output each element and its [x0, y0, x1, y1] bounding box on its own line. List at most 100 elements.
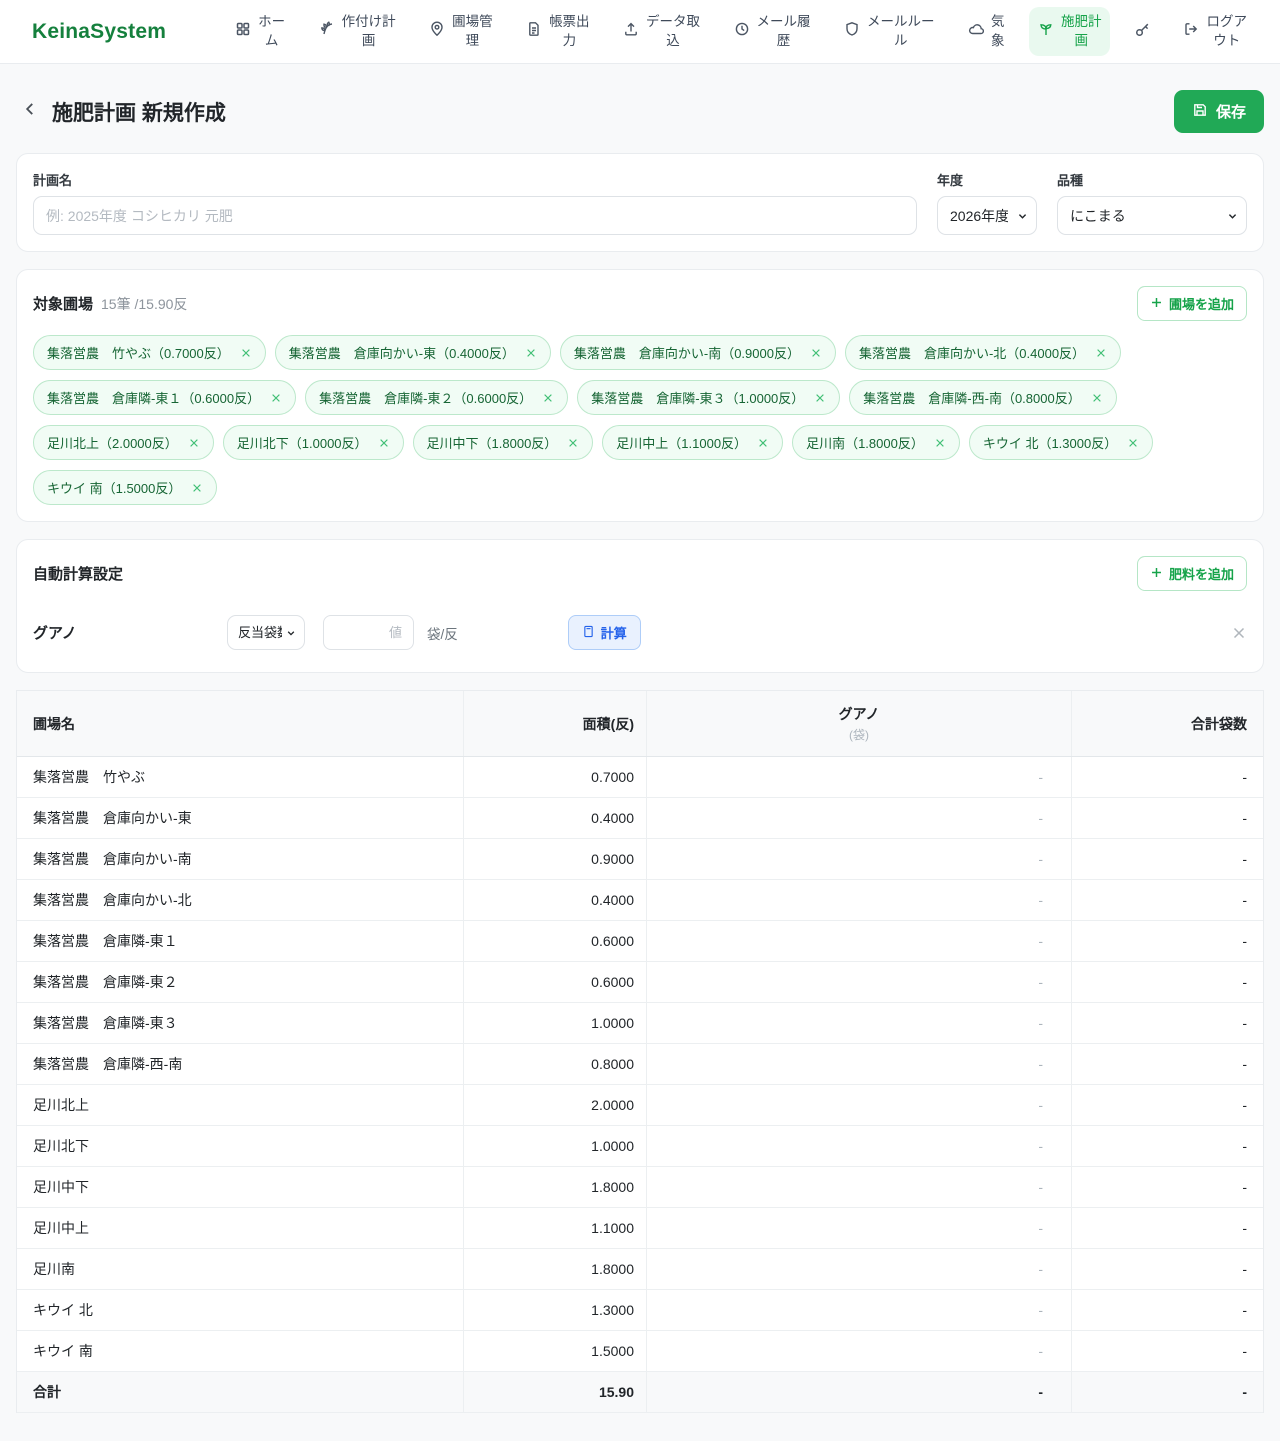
api-key-button[interactable] [1126, 13, 1159, 51]
header-fertilizer-name: グアノ [839, 704, 880, 724]
footer-area-total: 15.90 [463, 1372, 646, 1412]
chip-close-button[interactable] [567, 437, 579, 449]
chip-close-button[interactable] [1095, 347, 1107, 359]
field-chip-label: 足川南（1.8000反） [806, 433, 924, 452]
cell-field-name: 集落営農 倉庫向かい-北 [17, 880, 463, 920]
page-header: 施肥計画 新規作成 保存 [0, 64, 1280, 153]
table-row: 足川中上 1.1000 - - [17, 1208, 1263, 1249]
fertilization-table: 圃場名 面積(反) グアノ (袋) 合計袋数 集落営農 竹やぶ 0.7000 -… [16, 690, 1264, 1413]
cell-area: 1.0000 [463, 1126, 646, 1166]
field-chip-list: 集落営農 竹やぶ（0.7000反） 集落営農 倉庫向かい-東（0.4000反） … [33, 335, 1247, 505]
nav-label: 施肥計 画 [1061, 13, 1102, 49]
back-button[interactable] [16, 98, 44, 126]
calculate-button-label: 計算 [601, 623, 627, 642]
nav-item-data-import[interactable]: データ取 込 [614, 7, 709, 55]
cell-total-bags: - [1071, 1126, 1263, 1166]
nav-item-field-management[interactable]: 圃場管 理 [420, 7, 502, 55]
nav-label: 作付け計 画 [342, 13, 396, 49]
page-bottom-spacer [0, 1413, 1280, 1441]
cell-area: 0.7000 [463, 757, 646, 797]
calc-value-input[interactable] [323, 615, 414, 650]
document-icon [526, 21, 542, 42]
cell-fertilizer-bags: - [646, 798, 1071, 838]
field-chip: キウイ 南（1.5000反） [33, 470, 217, 505]
add-field-button[interactable]: 圃場を追加 [1137, 286, 1247, 321]
footer-label: 合計 [17, 1372, 463, 1412]
calc-unit-label: 袋/反 [427, 623, 458, 643]
nav-label: データ取 込 [646, 13, 700, 49]
nav-item-mail-history[interactable]: メール履 歴 [725, 7, 820, 55]
field-chip-label: 集落営農 倉庫隣-東２（0.6000反） [319, 388, 532, 407]
field-chip: 足川中下（1.8000反） [413, 425, 594, 460]
auto-calc-card: 自動計算設定 肥料を追加 グアノ 反当袋数 袋/反 計算 [16, 539, 1264, 673]
cell-fertilizer-bags: - [646, 1126, 1071, 1166]
chip-close-button[interactable] [810, 347, 822, 359]
nav-item-fertilization-plan[interactable]: 施肥計 画 [1029, 7, 1111, 55]
nav-label: 気 象 [991, 13, 1005, 49]
chip-close-button[interactable] [814, 392, 826, 404]
remove-fertilizer-button[interactable] [1231, 625, 1247, 641]
chip-close-button[interactable] [934, 437, 946, 449]
cell-field-name: 集落営農 倉庫向かい-東 [17, 798, 463, 838]
nav-label: 圃場管 理 [452, 13, 493, 49]
add-fertilizer-button[interactable]: 肥料を追加 [1137, 556, 1247, 591]
plan-name-input[interactable] [33, 196, 917, 235]
cell-field-name: 足川南 [17, 1249, 463, 1289]
save-button[interactable]: 保存 [1174, 90, 1264, 133]
nav-item-weather[interactable]: 気 象 [959, 7, 1014, 55]
cell-total-bags: - [1071, 1249, 1263, 1289]
nav-item-home[interactable]: ホー ム [226, 7, 294, 55]
field-chip: 足川中上（1.1000反） [602, 425, 783, 460]
nav-item-cropping-plan[interactable]: 作付け計 画 [310, 7, 405, 55]
logout-icon [1183, 21, 1199, 42]
map-pin-icon [429, 21, 445, 42]
field-chip: 足川北下（1.0000反） [223, 425, 404, 460]
chip-close-button[interactable] [188, 437, 200, 449]
nav-item-logout[interactable]: ログア ウト [1174, 7, 1256, 55]
cell-area: 0.4000 [463, 880, 646, 920]
cell-field-name: 集落営農 倉庫隣-東１ [17, 921, 463, 961]
calc-mode-select[interactable]: 反当袋数 [227, 615, 305, 650]
cell-total-bags: - [1071, 1331, 1263, 1371]
table-row: キウイ 南 1.5000 - - [17, 1331, 1263, 1372]
cell-total-bags: - [1071, 798, 1263, 838]
floppy-icon [1192, 102, 1208, 122]
chip-close-button[interactable] [1091, 392, 1103, 404]
cell-fertilizer-bags: - [646, 1044, 1071, 1084]
cell-area: 1.0000 [463, 1003, 646, 1043]
cell-field-name: 足川北上 [17, 1085, 463, 1125]
cell-field-name: 集落営農 倉庫隣-西-南 [17, 1044, 463, 1084]
nav-item-report-output[interactable]: 帳票出 力 [517, 7, 599, 55]
cell-field-name: 集落営農 倉庫隣-東２ [17, 962, 463, 1002]
chip-close-button[interactable] [191, 482, 203, 494]
field-chip-label: 集落営農 倉庫向かい-東（0.4000反） [289, 343, 515, 362]
calculate-button[interactable]: 計算 [568, 615, 641, 650]
chip-close-button[interactable] [542, 392, 554, 404]
cell-field-name: キウイ 北 [17, 1290, 463, 1330]
chip-close-button[interactable] [270, 392, 282, 404]
nav-label: メールルー ル [867, 13, 935, 49]
key-icon [1134, 21, 1151, 43]
nav-item-mail-rules[interactable]: メールルー ル [835, 7, 944, 55]
chip-close-button[interactable] [240, 347, 252, 359]
variety-select[interactable]: にこまる [1057, 196, 1247, 235]
chip-close-button[interactable] [378, 437, 390, 449]
chip-close-button[interactable] [757, 437, 769, 449]
field-chip-label: 足川北上（2.0000反） [47, 433, 178, 452]
field-chip: 集落営農 倉庫隣-東３（1.0000反） [577, 380, 840, 415]
cell-total-bags: - [1071, 962, 1263, 1002]
plus-icon [1150, 566, 1163, 582]
year-label: 年度 [937, 170, 1037, 189]
nav-label: メール履 歴 [757, 13, 811, 49]
cell-fertilizer-bags: - [646, 962, 1071, 1002]
field-chip-label: 集落営農 倉庫隣-西-南（0.8000反） [863, 388, 1080, 407]
cell-total-bags: - [1071, 921, 1263, 961]
cell-fertilizer-bags: - [646, 1003, 1071, 1043]
sprout-icon [1038, 21, 1054, 42]
cell-total-bags: - [1071, 1003, 1263, 1043]
field-chip: 集落営農 倉庫隣-西-南（0.8000反） [849, 380, 1116, 415]
chip-close-button[interactable] [525, 347, 537, 359]
cell-area: 1.5000 [463, 1331, 646, 1371]
year-select[interactable]: 2026年度 [937, 196, 1037, 235]
chip-close-button[interactable] [1127, 437, 1139, 449]
